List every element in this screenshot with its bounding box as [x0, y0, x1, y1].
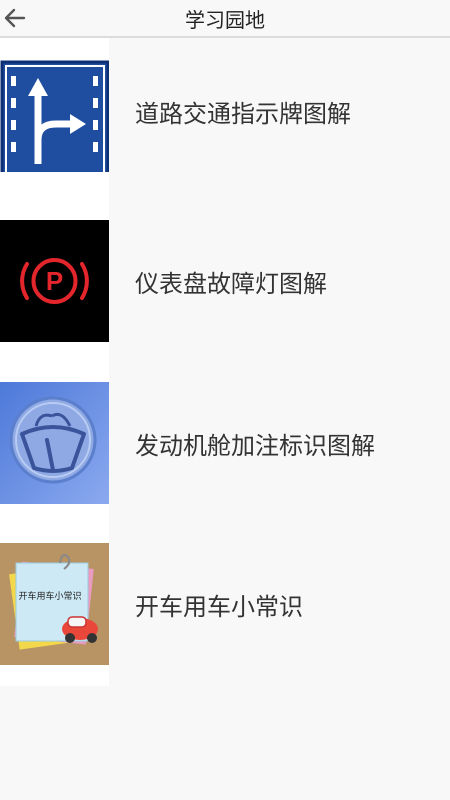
page-title: 学习园地: [185, 7, 265, 32]
arrow-left-icon: [4, 8, 26, 28]
list-item-traffic-signs[interactable]: 道路交通指示牌图解: [0, 50, 450, 172]
svg-text:P: P: [46, 266, 63, 296]
parking-brake-warning-icon: P: [0, 220, 109, 342]
item-label: 发动机舱加注标识图解: [135, 431, 375, 460]
driving-tips-thumbnail: 开车用车小常识: [0, 543, 109, 665]
car-notes-icon: 开车用车小常识: [0, 543, 109, 665]
item-label: 道路交通指示牌图解: [135, 99, 351, 128]
engine-bay-thumbnail: [0, 382, 109, 504]
traffic-sign-icon: [0, 50, 109, 172]
list-item-dashboard-lights[interactable]: P 仪表盘故障灯图解: [0, 220, 450, 342]
top-bar: 学习园地: [0, 0, 450, 38]
note-text: 开车用车小常识: [18, 590, 81, 601]
item-label: 仪表盘故障灯图解: [135, 269, 327, 298]
list-item-driving-tips[interactable]: 开车用车小常识 开车用车小常识: [0, 543, 450, 665]
windshield-washer-icon: [0, 382, 109, 504]
dashboard-light-thumbnail: P: [0, 220, 109, 342]
back-button[interactable]: [2, 4, 28, 32]
traffic-sign-thumbnail: [0, 50, 109, 172]
item-label: 开车用车小常识: [135, 592, 303, 621]
list-item-engine-bay-markings[interactable]: 发动机舱加注标识图解: [0, 382, 450, 504]
